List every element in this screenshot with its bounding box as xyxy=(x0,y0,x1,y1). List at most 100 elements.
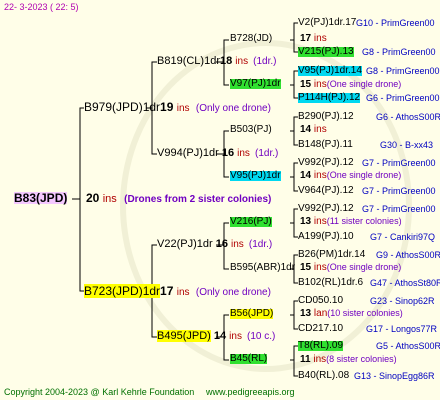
parent-ins-label: ins xyxy=(176,287,190,298)
ancestor-id: B595(ABR)1dr xyxy=(230,262,296,273)
ancestor-node: V97(PJ)1dr xyxy=(230,79,281,89)
ancestor-id: V97(PJ)1dr xyxy=(230,78,281,89)
g4-id: B290(PJ).12 xyxy=(298,111,354,122)
grandparent-id: V22(PJ)1dr xyxy=(157,238,213,250)
g4-id: V215(PJ).13 xyxy=(298,46,354,57)
g4-id: B40(RL).08 xyxy=(298,370,350,381)
root-ins-count: 20 xyxy=(86,191,100,205)
g4-source: G23 - Sinop62R xyxy=(370,296,435,306)
ancestor-stats: 13 ins(11 sister colonies) xyxy=(300,217,402,227)
grandparent-id: B819(CL)1dr xyxy=(157,55,220,67)
root-queen-id: B83(JPD) xyxy=(14,191,68,205)
parent-note: (Only one drone) xyxy=(195,103,271,114)
g4-source: G7 - Cankiri97Q xyxy=(370,232,436,242)
grandparent-note: (1dr.) xyxy=(253,56,277,67)
g4-source: G8 - PrimGreen00 xyxy=(362,47,436,57)
parent-id: B723(JPD)1dr xyxy=(84,284,161,298)
ancestor-stats: 11 ins(8 sister colonies) xyxy=(300,355,397,365)
grandparent-ins-label: ins xyxy=(235,56,249,67)
g4-id: B102(RL)1dr.6 xyxy=(298,277,364,288)
ancestor-ins-count: 15 xyxy=(300,262,312,273)
parent-ins-count: 17 xyxy=(160,284,174,298)
g4-source: G47 - AthosSt80R xyxy=(370,278,440,288)
root-ins-label: ins xyxy=(102,193,117,205)
grandparent-ins-label: ins xyxy=(237,148,250,159)
g4-source: G6 - PrimGreen00 xyxy=(366,93,440,103)
g4-id: V95(PJ)1dr.14 xyxy=(298,65,362,76)
grandparent-ins-label: ins xyxy=(231,239,244,250)
ancestor-id: V95(PJ)1dr xyxy=(230,170,281,181)
ancestor-ins-label: ins xyxy=(313,216,327,227)
ancestor-ins-count: 15 xyxy=(300,79,312,90)
ancestor-ins-label: ins xyxy=(313,354,327,365)
ancestor-ins-count: 14 xyxy=(300,170,312,181)
ancestor-node: B728(JD) xyxy=(230,34,272,44)
ancestor-ins-label: ins xyxy=(313,262,327,273)
ancestor-id: V216(PJ) xyxy=(230,216,272,227)
parent-node: B979(JPD)1dr19 ins (Only one drone) xyxy=(84,101,271,114)
ancestor-ins-count: 14 xyxy=(300,124,312,135)
grandparent-note: (1dr.) xyxy=(255,148,279,159)
g4-source: G10 - PrimGreen00 xyxy=(356,18,435,28)
parent-node: B723(JPD)1dr17 ins (Only one drone) xyxy=(84,284,271,298)
ancestor-node: B503(PJ) xyxy=(230,125,272,135)
grandparent-ins-count: 16 xyxy=(215,238,228,250)
ancestor-ins-count: 11 xyxy=(300,354,311,365)
ancestor-ins-label: ins xyxy=(313,170,327,181)
g4-id: V964(PJ).12 xyxy=(298,185,354,196)
g4-id: V992(PJ).12 xyxy=(298,157,354,168)
grandparent-note: (1dr.) xyxy=(248,239,273,250)
pedigree-chart: 22- 3-2023 ( 22: 5) Copyright 2004-2023 … xyxy=(0,0,440,400)
ancestor-ins-label: ins xyxy=(313,79,327,90)
site-link[interactable]: www.pedigreeapis.org xyxy=(206,388,295,397)
parent-note: (Only one drone) xyxy=(195,287,271,298)
g4-source: G7 - PrimGreen00 xyxy=(362,158,436,168)
ancestor-stats: 14 ins xyxy=(300,125,327,135)
ancestor-stats: 15 ins(One single drone) xyxy=(300,80,401,90)
ancestor-ins-label: lan xyxy=(313,308,328,319)
ancestor-node: V216(PJ) xyxy=(230,217,272,227)
ancestor-note: (11 sister colonies) xyxy=(326,216,402,226)
g4-source: G5 - AthosS00R xyxy=(376,341,440,351)
ancestor-node: V95(PJ)1dr xyxy=(230,171,281,181)
ancestor-note: (One single drone) xyxy=(326,262,402,272)
ancestor-stats: 14 ins(One single drone) xyxy=(300,171,401,181)
g4-id: T8(RL).09 xyxy=(298,340,344,351)
parent-id: B979(JPD)1dr xyxy=(84,100,161,114)
ancestor-note: (8 sister colonies) xyxy=(326,354,397,364)
grandparent-ins-count: 14 xyxy=(213,330,227,342)
g4-id: CD050.10 xyxy=(298,295,344,306)
g4-source: G7 - PrimGreen00 xyxy=(362,186,436,196)
copyright-text: Copyright 2004-2023 @ Karl Kehrle Founda… xyxy=(4,387,195,397)
grandparent-id: B495(JPD) xyxy=(157,330,211,342)
ancestor-ins-label: ins xyxy=(313,33,327,44)
g4-source: G8 - PrimGreen00 xyxy=(366,66,440,76)
grandparent-id: V994(PJ)1dr xyxy=(157,147,219,159)
ancestor-note: (One single drone) xyxy=(326,79,402,89)
ancestor-note: (One single drone) xyxy=(326,170,402,180)
ancestor-id: B728(JD) xyxy=(230,33,273,44)
grandparent-node: V994(PJ)1dr 16 ins (1dr.) xyxy=(157,148,278,159)
g4-source: G6 - AthosS00R xyxy=(376,112,440,122)
ancestor-node: B45(RL) xyxy=(230,354,268,364)
grandparent-node: B819(CL)1dr18 ins (1dr.) xyxy=(157,56,277,67)
ancestor-ins-label: ins xyxy=(313,124,327,135)
ancestor-note: (10 sister colonies) xyxy=(327,308,403,318)
ancestor-stats: 15 ins(One single drone) xyxy=(300,263,401,273)
grandparent-ins-count: 18 xyxy=(219,55,233,67)
g4-id: B148(PJ).11 xyxy=(298,139,353,150)
ancestor-ins-count: 17 xyxy=(300,33,312,44)
parent-ins-count: 19 xyxy=(160,100,174,114)
g4-id: B26(PM)1dr.14 xyxy=(298,249,366,260)
grandparent-ins-label: ins xyxy=(229,331,242,342)
g4-id: V992(PJ).12 xyxy=(298,203,354,214)
g4-id: A199(PJ).10 xyxy=(298,231,354,242)
parent-ins-label: ins xyxy=(176,103,190,114)
root-stats: 20 ins (Drones from 2 sister colonies) xyxy=(86,192,271,205)
grandparent-note: (10 c.) xyxy=(247,331,276,342)
grandparent-node: B495(JPD) 14 ins (10 c.) xyxy=(157,330,276,342)
g4-id: CD217.10 xyxy=(298,323,344,334)
ancestor-stats: 17 ins xyxy=(300,34,327,44)
grandparent-ins-count: 16 xyxy=(221,147,235,159)
root-note: (Drones from 2 sister colonies) xyxy=(124,194,272,205)
